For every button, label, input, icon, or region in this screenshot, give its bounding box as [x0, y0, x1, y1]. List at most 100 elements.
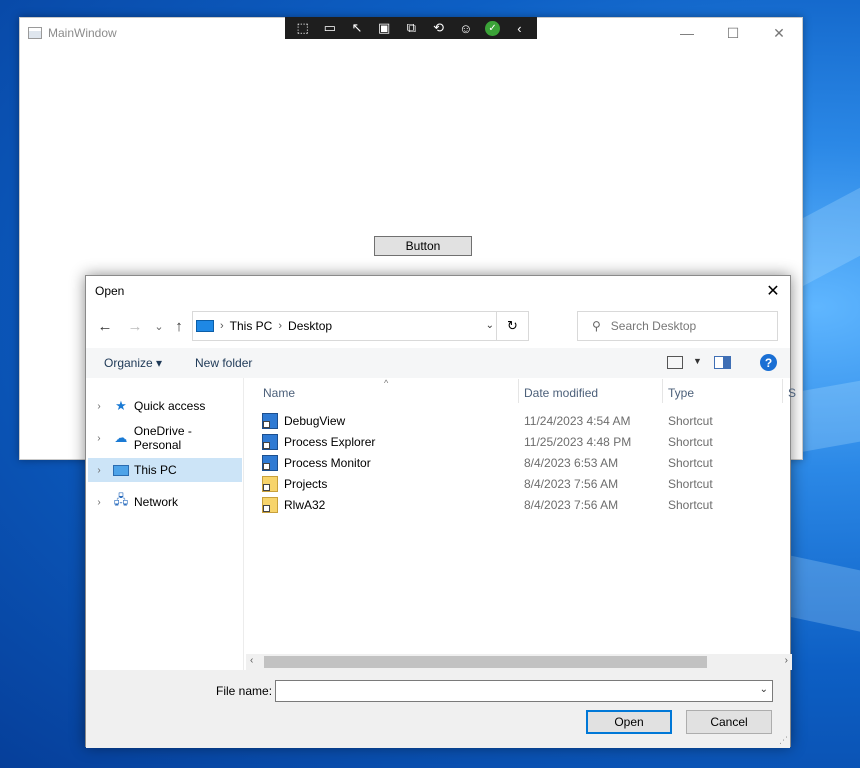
column-size[interactable]: S — [788, 386, 796, 400]
sidebar-item-label: This PC — [134, 463, 177, 477]
refresh-button[interactable]: ↻ — [496, 312, 528, 340]
dialog-close-button[interactable]: ✕ — [762, 280, 784, 302]
shortcut-arrow-icon — [263, 420, 270, 428]
horizontal-scrollbar[interactable]: ‹ › — [246, 654, 792, 670]
sidebar-item-network[interactable]: › 🖧 Network — [88, 490, 242, 514]
file-name-input[interactable]: ⌄ — [275, 680, 773, 702]
column-divider[interactable] — [782, 379, 783, 403]
chevron-right-icon[interactable]: › — [90, 465, 108, 476]
shortcut-arrow-icon — [263, 504, 270, 512]
accessibility-icon[interactable]: ☺ — [454, 19, 477, 37]
breadcrumb-this-pc[interactable]: This PC — [230, 319, 273, 333]
video-icon[interactable]: ▭ — [318, 19, 341, 37]
preview-pane-icon[interactable] — [714, 356, 731, 369]
file-row[interactable]: DebugView 11/24/2023 4:54 AM Shortcut — [262, 410, 742, 431]
address-bar[interactable]: › This PC › Desktop ⌄ ↻ — [192, 311, 529, 341]
sidebar-item-onedrive[interactable]: › ☁ OneDrive - Personal — [88, 424, 242, 452]
file-date: 11/24/2023 4:54 AM — [524, 413, 631, 428]
star-icon: ★ — [115, 398, 127, 413]
hot-reload-icon[interactable]: ⟲ — [427, 19, 450, 37]
column-divider[interactable] — [518, 379, 519, 403]
minimize-button[interactable]: — — [664, 18, 710, 48]
scrollbar-thumb[interactable] — [264, 656, 707, 668]
chevron-down-icon[interactable]: ⌄ — [760, 684, 768, 695]
chevron-right-icon[interactable]: › — [90, 401, 108, 412]
maximize-button[interactable]: ☐ — [710, 18, 756, 48]
chevron-right-icon[interactable]: › — [90, 497, 108, 508]
scroll-right-icon[interactable]: › — [785, 655, 788, 666]
sidebar-item-quick-access[interactable]: › ★ Quick access — [88, 394, 242, 418]
sidebar-item-label: Network — [134, 495, 179, 509]
shortcut-arrow-icon — [263, 483, 270, 491]
close-button[interactable]: ✕ — [756, 18, 802, 48]
cloud-icon: ☁ — [114, 430, 128, 445]
column-divider[interactable] — [662, 379, 663, 403]
search-box[interactable]: ⚲ Search Desktop — [577, 311, 778, 341]
sidebar-item-label: Quick access — [134, 399, 206, 413]
file-date: 8/4/2023 7:56 AM — [524, 476, 619, 491]
collapse-icon[interactable]: ‹ — [508, 19, 531, 37]
up-button[interactable]: ↑ — [170, 317, 188, 335]
command-bar: Organize ▾ New folder ▼ ? — [86, 348, 790, 378]
search-placeholder: Search Desktop — [610, 319, 697, 333]
file-name: Process Monitor — [284, 455, 371, 470]
file-name: Projects — [284, 476, 328, 491]
track-focus-icon[interactable]: ⧉ — [400, 19, 423, 37]
column-date-modified[interactable]: Date modified — [524, 386, 598, 400]
file-row[interactable]: RlwA32 8/4/2023 7:56 AM Shortcut — [262, 494, 742, 515]
this-pc-icon — [196, 320, 214, 332]
help-button[interactable]: ? — [760, 354, 777, 371]
chevron-right-icon: › — [220, 320, 224, 332]
new-folder-button[interactable]: New folder — [195, 356, 252, 370]
cancel-button[interactable]: Cancel — [686, 710, 772, 734]
folder-icon — [262, 475, 278, 492]
navigation-bar: ← → ⌄ ↑ › This PC › Desktop ⌄ ↻ ⚲ Search… — [86, 309, 790, 343]
file-type: Shortcut — [668, 434, 713, 449]
file-date: 11/25/2023 4:48 PM — [524, 434, 632, 449]
scroll-left-icon[interactable]: ‹ — [250, 655, 253, 666]
dialog-title: Open — [95, 284, 125, 298]
chevron-right-icon: › — [278, 320, 283, 332]
view-options-icon[interactable] — [667, 356, 683, 369]
resize-grip-icon[interactable]: ⋰ — [779, 735, 788, 746]
process-monitor-app-icon — [262, 454, 278, 471]
navigation-pane: › ★ Quick access › ☁ OneDrive - Personal… — [86, 378, 244, 670]
pointer-icon[interactable]: ↖ — [345, 19, 368, 37]
column-name[interactable]: Name — [263, 386, 295, 400]
file-name: DebugView — [284, 413, 346, 428]
back-button[interactable]: ← — [96, 317, 114, 335]
breadcrumb-desktop[interactable]: Desktop — [288, 319, 332, 333]
file-name: RlwA32 — [284, 497, 326, 512]
network-icon: 🖧 — [113, 492, 129, 507]
sort-caret-icon: ^ — [384, 378, 389, 388]
main-button[interactable]: Button — [374, 236, 472, 256]
check-icon[interactable]: ✓ — [485, 20, 500, 36]
recent-locations-button[interactable]: ⌄ — [150, 317, 168, 335]
file-type: Shortcut — [668, 413, 713, 428]
frame-icon[interactable]: ▣ — [373, 19, 396, 37]
column-type[interactable]: Type — [668, 386, 694, 400]
select-element-icon[interactable]: ⬚ — [291, 19, 314, 37]
view-dropdown-icon[interactable]: ▼ — [693, 356, 702, 366]
process-explorer-app-icon — [262, 433, 278, 450]
file-date: 8/4/2023 6:53 AM — [524, 455, 619, 470]
shortcut-arrow-icon — [263, 462, 270, 470]
folder-icon — [262, 496, 278, 513]
organize-button[interactable]: Organize ▾ — [104, 356, 162, 370]
dialog-footer: File name: ⌄ Open Cancel ⋰ — [86, 670, 790, 748]
forward-button[interactable]: → — [126, 317, 144, 335]
file-row[interactable]: Process Monitor 8/4/2023 6:53 AM Shortcu… — [262, 452, 742, 473]
window-app-icon — [28, 27, 42, 39]
open-button[interactable]: Open — [586, 710, 672, 734]
address-dropdown-icon[interactable]: ⌄ — [486, 320, 494, 331]
file-row[interactable]: Process Explorer 11/25/2023 4:48 PM Shor… — [262, 431, 742, 452]
chevron-right-icon[interactable]: › — [90, 433, 108, 444]
file-name-label: File name: — [216, 684, 273, 698]
xaml-debug-toolbar: ⬚ ▭ ↖ ▣ ⧉ ⟲ ☺ ✓ ‹ — [285, 17, 537, 39]
file-date: 8/4/2023 7:56 AM — [524, 497, 619, 512]
file-row[interactable]: Projects 8/4/2023 7:56 AM Shortcut — [262, 473, 742, 494]
sidebar-item-this-pc[interactable]: › This PC — [88, 458, 242, 482]
main-window-title: MainWindow — [48, 26, 117, 40]
window-controls: — ☐ ✕ — [664, 18, 802, 48]
file-type: Shortcut — [668, 476, 713, 491]
